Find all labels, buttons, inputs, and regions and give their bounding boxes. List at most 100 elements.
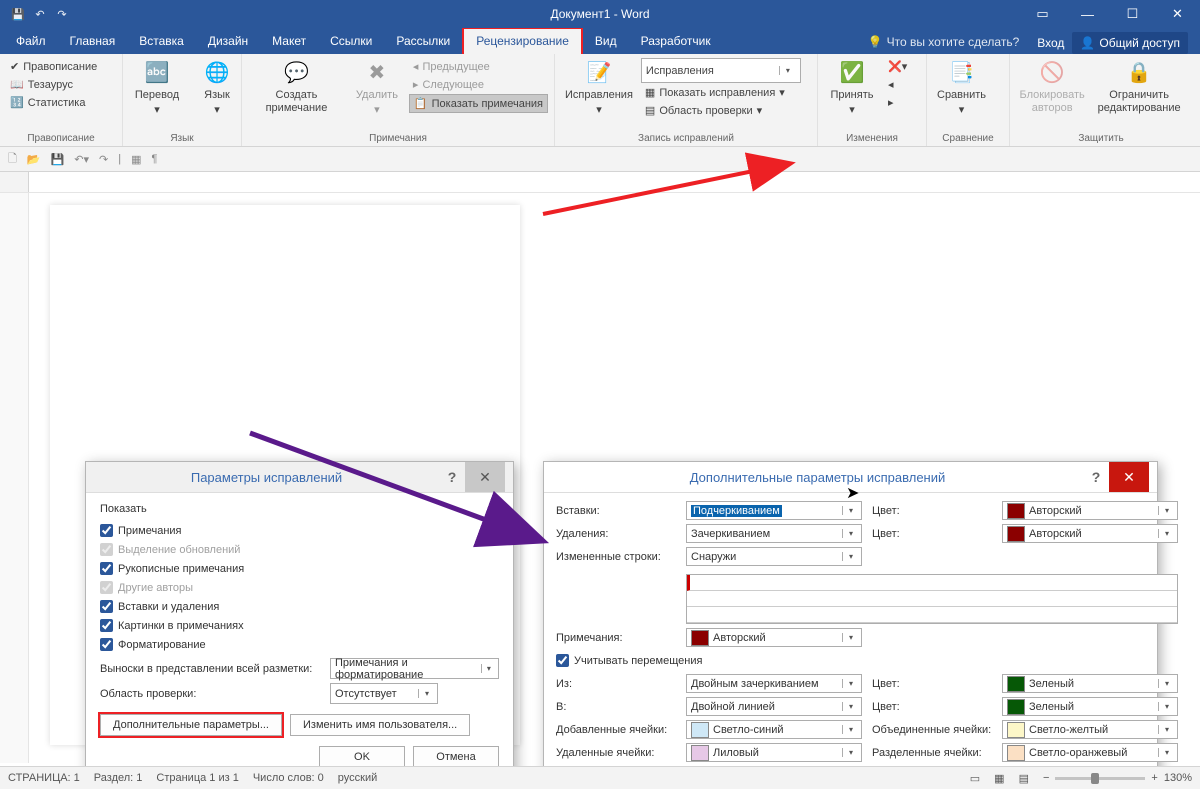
tab-home[interactable]: Главная — [58, 29, 128, 54]
reject-button[interactable]: ❌▾ — [884, 58, 911, 75]
tab-design[interactable]: Дизайн — [196, 29, 260, 54]
show-markup-button[interactable]: ▦ Показать исправления ▾ — [641, 84, 801, 101]
undo-icon[interactable]: ↶ — [32, 6, 48, 22]
moved-from-dropdown[interactable]: Двойным зачеркиванием▾ — [686, 674, 862, 693]
format-icon[interactable]: ¶ — [152, 153, 158, 165]
wordcount-button[interactable]: 🔢 Статистика — [6, 94, 101, 111]
inserted-cells-color[interactable]: Светло-синий▾ — [686, 720, 862, 739]
view-print-icon[interactable]: ▦ — [994, 772, 1004, 785]
status-pageof[interactable]: Страница 1 из 1 — [156, 772, 238, 784]
change-username-button[interactable]: Изменить имя пользователя... — [290, 714, 470, 736]
ribbon-options-icon[interactable]: ▭ — [1020, 0, 1065, 28]
tell-me[interactable]: 💡 Что вы хотите сделать? — [858, 30, 1030, 54]
advanced-options-button[interactable]: Дополнительные параметры... — [100, 714, 282, 736]
zoom-control[interactable]: − + 130% — [1043, 772, 1192, 784]
chk-formatting[interactable]: Форматирование — [100, 635, 300, 654]
compare-button[interactable]: 📑Сравнить▾ — [933, 56, 990, 119]
tab-layout[interactable]: Макет — [260, 29, 318, 54]
scope-dropdown[interactable]: Отсутствует▾ — [330, 683, 438, 704]
changed-lines-dropdown[interactable]: Снаружи▾ — [686, 547, 862, 566]
close-icon[interactable]: ✕ — [465, 462, 505, 492]
display-for-review[interactable]: Исправления▾ — [641, 58, 801, 83]
zoom-slider[interactable] — [1055, 777, 1145, 780]
accept-button[interactable]: ✅Принять▾ — [824, 56, 880, 119]
next-comment-button[interactable]: ▸ Следующее — [409, 76, 548, 93]
advanced-tracking-options-dialog: Дополнительные параметры исправлений ? ✕… — [543, 461, 1158, 789]
moved-to-dropdown[interactable]: Двойной линией▾ — [686, 697, 862, 716]
new-comment-button[interactable]: 💬Создать примечание — [248, 56, 345, 117]
delete-comment-button[interactable]: ✖Удалить▾ — [349, 56, 405, 119]
save-icon[interactable]: 💾 — [51, 153, 65, 166]
status-language[interactable]: русский — [338, 772, 377, 784]
redo-icon[interactable]: ↷ — [99, 153, 108, 166]
track-changes-button[interactable]: 📝Исправления▾ — [561, 56, 637, 119]
merged-cells-color[interactable]: Светло-желтый▾ — [1002, 720, 1178, 739]
deletions-dropdown[interactable]: Зачеркиванием▾ — [686, 524, 862, 543]
show-comments-button[interactable]: 📋 Показать примечания — [409, 94, 548, 113]
table-icon[interactable]: ▦ — [131, 153, 141, 166]
zoom-out-icon[interactable]: − — [1043, 772, 1049, 784]
deleted-cells-color[interactable]: Лиловый▾ — [686, 743, 862, 762]
chk-ins-del[interactable]: Вставки и удаления — [100, 597, 300, 616]
tab-references[interactable]: Ссылки — [318, 29, 384, 54]
block-authors-button[interactable]: 🚫Блокировать авторов — [1016, 56, 1088, 117]
tab-developer[interactable]: Разработчик — [629, 29, 723, 54]
translate-button[interactable]: 🔤Перевод▾ — [129, 56, 185, 119]
help-icon[interactable]: ? — [1083, 469, 1109, 485]
chk-comments[interactable]: Примечания — [100, 521, 300, 540]
tab-view[interactable]: Вид — [583, 29, 629, 54]
insertions-color[interactable]: Авторский▾ — [1002, 501, 1178, 520]
status-page[interactable]: СТРАНИЦА: 1 — [8, 772, 80, 784]
language-button[interactable]: 🌐Язык▾ — [189, 56, 245, 119]
balloons-dropdown[interactable]: Примечания и форматирование▾ — [330, 658, 499, 679]
moved-from-color[interactable]: Зеленый▾ — [1002, 674, 1178, 693]
thesaurus-button[interactable]: 📖 Тезаурус — [6, 76, 101, 93]
spelling-button[interactable]: ✔ Правописание — [6, 58, 101, 75]
help-icon[interactable]: ? — [439, 469, 465, 485]
ruler-vertical[interactable] — [0, 193, 29, 763]
ok-button[interactable]: OK — [319, 746, 405, 768]
deletions-color[interactable]: Авторский▾ — [1002, 524, 1178, 543]
chk-other-authors[interactable]: Другие авторы — [100, 578, 300, 597]
insertions-label: Вставки: — [556, 505, 676, 517]
reviewing-pane-button[interactable]: ▤ Область проверки ▾ — [641, 102, 801, 119]
cancel-button[interactable]: Отмена — [413, 746, 499, 768]
prev-change[interactable]: ◂ — [884, 76, 911, 93]
insertions-dropdown[interactable]: Подчеркиванием▾ — [686, 501, 862, 520]
document-area[interactable]: Параметры исправлений ? ✕ Показать Приме… — [0, 193, 1200, 763]
view-read-icon[interactable]: ▭ — [970, 772, 980, 785]
tab-mailings[interactable]: Рассылки — [384, 29, 462, 54]
chk-updates[interactable]: Выделение обновлений — [100, 540, 300, 559]
share-button[interactable]: 👤 Общий доступ — [1072, 32, 1188, 54]
group-proofing: Правописание — [6, 131, 116, 146]
status-section[interactable]: Раздел: 1 — [94, 772, 143, 784]
view-web-icon[interactable]: ▤ — [1019, 772, 1029, 785]
split-cells-color[interactable]: Светло-оранжевый▾ — [1002, 743, 1178, 762]
close-icon[interactable]: ✕ — [1155, 0, 1200, 28]
new-icon[interactable]: 🗋 — [8, 150, 17, 169]
chk-pictures[interactable]: Картинки в примечаниях — [100, 616, 300, 635]
maximize-icon[interactable]: ☐ — [1110, 0, 1155, 28]
comments-color[interactable]: Авторский▾ — [686, 628, 862, 647]
restrict-editing-button[interactable]: 🔒Ограничить редактирование — [1092, 56, 1186, 117]
tab-file[interactable]: Файл — [4, 29, 58, 54]
chk-track-moves[interactable]: Учитывать перемещения — [556, 651, 756, 670]
prev-comment-button[interactable]: ◂ Предыдущее — [409, 58, 548, 75]
signin-link[interactable]: Вход — [1037, 36, 1064, 50]
open-icon[interactable]: 📂 — [27, 153, 41, 166]
tab-review[interactable]: Рецензирование — [462, 27, 583, 54]
undo-icon[interactable]: ↶▾ — [74, 153, 89, 166]
zoom-value[interactable]: 130% — [1164, 772, 1192, 784]
moved-to-color[interactable]: Зеленый▾ — [1002, 697, 1178, 716]
ribbon: ✔ Правописание 📖 Тезаурус 🔢 Статистика П… — [0, 54, 1200, 147]
tab-insert[interactable]: Вставка — [127, 29, 196, 54]
ruler-horizontal[interactable] — [0, 172, 1200, 193]
save-icon[interactable]: 💾 — [10, 6, 26, 22]
minimize-icon[interactable]: ― — [1065, 0, 1110, 28]
redo-icon[interactable]: ↷ — [54, 6, 70, 22]
chk-ink[interactable]: Рукописные примечания — [100, 559, 300, 578]
close-icon[interactable]: ✕ — [1109, 462, 1149, 492]
status-words[interactable]: Число слов: 0 — [253, 772, 324, 784]
zoom-in-icon[interactable]: + — [1151, 772, 1157, 784]
next-change[interactable]: ▸ — [884, 94, 911, 111]
